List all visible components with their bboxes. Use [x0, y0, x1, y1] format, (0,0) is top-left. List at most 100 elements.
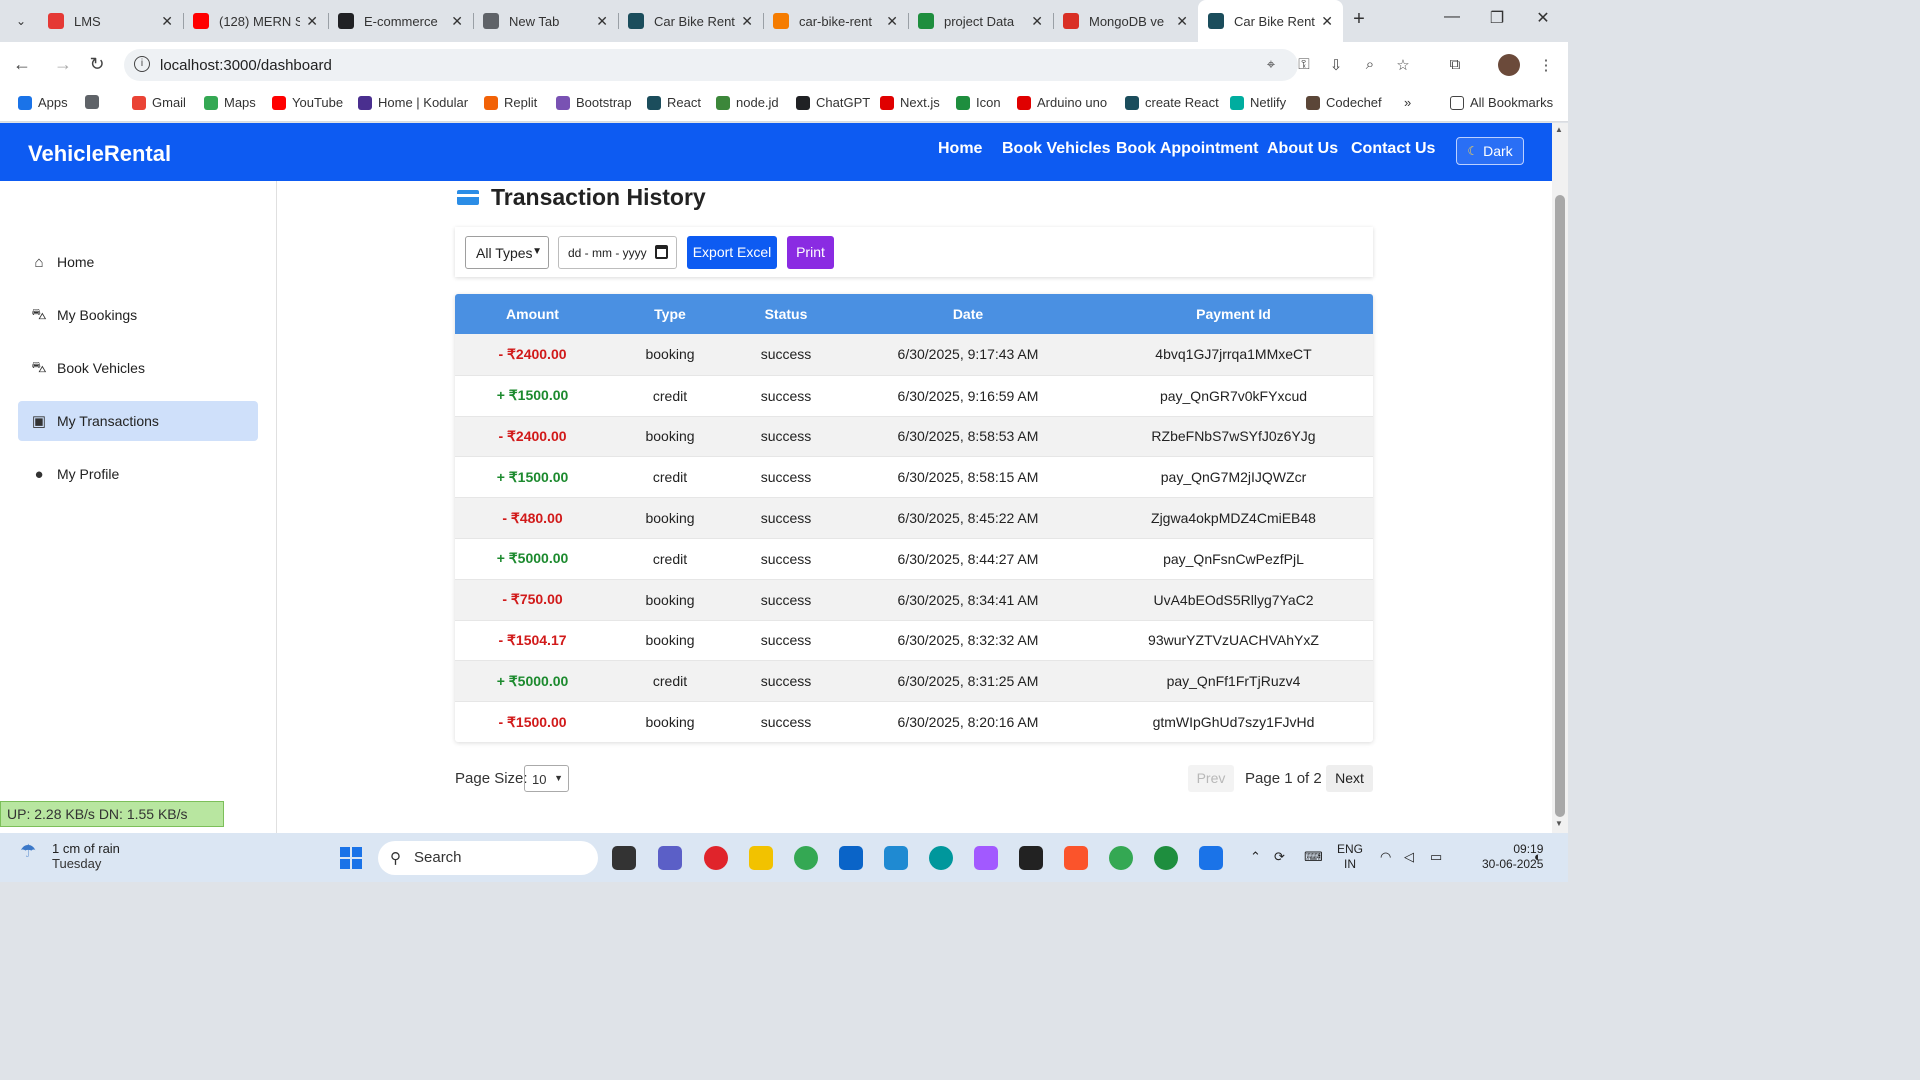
- sidebar-item-my-bookings[interactable]: ⛍ My Bookings: [18, 295, 258, 335]
- store-icon[interactable]: [839, 846, 863, 870]
- meet-icon[interactable]: [658, 846, 682, 870]
- bookmark-item[interactable]: [85, 95, 105, 109]
- bookmark-item[interactable]: Bootstrap: [556, 95, 632, 110]
- bookmark-item[interactable]: Maps: [204, 95, 256, 110]
- nav-book-appointment[interactable]: Book Appointment: [1116, 140, 1259, 158]
- close-tab-icon[interactable]: ✕: [451, 13, 463, 30]
- bookmark-item[interactable]: ChatGPT: [796, 95, 870, 110]
- calendar-icon[interactable]: [655, 245, 668, 259]
- bookmark-item[interactable]: Netlify: [1230, 95, 1286, 110]
- extensions-icon[interactable]: ⧉: [1445, 56, 1465, 73]
- volume-icon[interactable]: ◁: [1404, 849, 1414, 865]
- close-tab-icon[interactable]: ✕: [306, 13, 318, 30]
- bookmark-item[interactable]: Next.js: [880, 95, 940, 110]
- wifi-icon[interactable]: ◠: [1380, 849, 1391, 865]
- scrollbar-thumb[interactable]: [1555, 195, 1565, 817]
- forward-button[interactable]: →: [52, 54, 74, 75]
- app-icon[interactable]: [1019, 846, 1043, 870]
- browser-tab[interactable]: New Tab ✕: [473, 0, 618, 42]
- chrome-icon[interactable]: [1109, 846, 1133, 870]
- bookmark-item[interactable]: Gmail: [132, 95, 186, 110]
- close-tab-icon[interactable]: ✕: [886, 13, 898, 30]
- nav-about-us[interactable]: About Us: [1267, 140, 1338, 158]
- browser-tab[interactable]: LMS ✕: [38, 0, 183, 42]
- bookmark-item[interactable]: Codechef: [1306, 95, 1382, 110]
- all-bookmarks-button[interactable]: All Bookmarks: [1450, 95, 1553, 110]
- password-key-icon[interactable]: ⚿: [1294, 56, 1314, 73]
- bookmark-item[interactable]: Replit: [484, 95, 537, 110]
- sync-icon[interactable]: ⟳: [1274, 849, 1285, 865]
- opera-icon[interactable]: [704, 846, 728, 870]
- scroll-down-arrow-icon[interactable]: ▼: [1555, 819, 1563, 828]
- language-indicator[interactable]: ENG IN: [1337, 842, 1363, 872]
- brave-icon[interactable]: [1064, 846, 1088, 870]
- browser-tab[interactable]: project Data ✕: [908, 0, 1053, 42]
- keyboard-icon[interactable]: ⌨: [1304, 849, 1323, 865]
- tray-overflow-icon[interactable]: ⌃: [1250, 849, 1261, 865]
- nav-contact-us[interactable]: Contact Us: [1351, 140, 1435, 158]
- profile-avatar[interactable]: [1498, 54, 1520, 76]
- nav-book-vehicles[interactable]: Book Vehicles: [1002, 140, 1111, 158]
- bookmark-item[interactable]: Arduino uno: [1017, 95, 1107, 110]
- chrome-icon[interactable]: [794, 846, 818, 870]
- sidebar-item-my-transactions[interactable]: ▣ My Transactions: [18, 401, 258, 441]
- close-window-button[interactable]: ✕: [1533, 8, 1553, 28]
- bookmark-item[interactable]: Icon: [956, 95, 1001, 110]
- browser-tab[interactable]: car-bike-rent ✕: [763, 0, 908, 42]
- omnibox[interactable]: i localhost:3000/dashboard: [124, 49, 1298, 81]
- zoom-icon[interactable]: ⌕: [1360, 56, 1380, 73]
- restore-button[interactable]: ❐: [1487, 8, 1507, 28]
- url-text[interactable]: localhost:3000/dashboard: [160, 57, 332, 74]
- scroll-up-arrow-icon[interactable]: ▲: [1555, 125, 1563, 134]
- bookmark-item[interactable]: node.jd: [716, 95, 779, 110]
- browser-tab[interactable]: (128) MERN S ✕: [183, 0, 328, 42]
- close-tab-icon[interactable]: ✕: [1321, 13, 1333, 30]
- minimize-button[interactable]: —: [1442, 8, 1462, 26]
- brand-logo[interactable]: VehicleRental: [28, 141, 171, 167]
- sidebar-item-book-vehicles[interactable]: ⛍ Book Vehicles: [18, 348, 258, 388]
- browser-tab[interactable]: Car Bike Rent ✕: [618, 0, 763, 42]
- arduino-icon[interactable]: [929, 846, 953, 870]
- close-tab-icon[interactable]: ✕: [1176, 13, 1188, 30]
- page-size-select[interactable]: 10 ▼: [524, 765, 569, 792]
- notifications-icon[interactable]: ◐: [1534, 849, 1542, 864]
- close-tab-icon[interactable]: ✕: [1031, 13, 1043, 30]
- task-view-icon[interactable]: [612, 846, 636, 870]
- print-button[interactable]: Print: [787, 236, 834, 269]
- site-info-icon[interactable]: i: [134, 56, 150, 72]
- bookmark-star-icon[interactable]: ☆: [1393, 56, 1413, 74]
- bookmark-item[interactable]: YouTube: [272, 95, 343, 110]
- bookmarks-overflow-button[interactable]: »: [1404, 95, 1411, 110]
- install-app-icon[interactable]: ⇩: [1326, 56, 1346, 74]
- close-tab-icon[interactable]: ✕: [161, 13, 173, 30]
- back-button[interactable]: ←: [11, 54, 33, 75]
- bookmark-item[interactable]: React: [647, 95, 701, 110]
- browser-tab[interactable]: Car Bike Rent ✕: [1198, 0, 1343, 42]
- battery-icon[interactable]: ▭: [1430, 849, 1442, 865]
- date-filter-input[interactable]: dd - mm - yyyy: [558, 236, 677, 269]
- nav-home[interactable]: Home: [938, 140, 982, 158]
- bookmark-item[interactable]: create React: [1125, 95, 1219, 110]
- next-page-button[interactable]: Next: [1326, 765, 1373, 792]
- vscode-icon[interactable]: [884, 846, 908, 870]
- bookmark-item[interactable]: Home | Kodular: [358, 95, 468, 110]
- file-explorer-icon[interactable]: [749, 846, 773, 870]
- dark-mode-toggle[interactable]: ☾ Dark: [1456, 137, 1524, 165]
- chrome-profile-icon[interactable]: [1154, 846, 1178, 870]
- prev-page-button[interactable]: Prev: [1188, 765, 1234, 792]
- page-scrollbar[interactable]: ▲ ▼: [1552, 123, 1568, 833]
- tab-search-chevron-icon[interactable]: ⌄: [10, 10, 32, 32]
- weather-widget[interactable]: ☂ 1 cm of rain Tuesday: [20, 841, 120, 871]
- sidebar-item-my-profile[interactable]: ● My Profile: [18, 454, 258, 494]
- taskbar-search-box[interactable]: ⚲ Search: [378, 841, 598, 875]
- new-tab-button[interactable]: +: [1348, 8, 1370, 31]
- type-filter-select[interactable]: All Types ▼: [465, 236, 549, 269]
- browser-tab[interactable]: E-commerce ✕: [328, 0, 473, 42]
- browser-tab[interactable]: MongoDB ve ✕: [1053, 0, 1198, 42]
- export-excel-button[interactable]: Export Excel: [687, 236, 777, 269]
- sidebar-item-home[interactable]: ⌂ Home: [18, 242, 258, 282]
- reload-button[interactable]: ↻: [86, 54, 108, 75]
- bookmark-item[interactable]: Apps: [18, 95, 68, 110]
- windows-start-icon[interactable]: [340, 847, 362, 869]
- browser-menu-icon[interactable]: ⋮: [1536, 56, 1556, 74]
